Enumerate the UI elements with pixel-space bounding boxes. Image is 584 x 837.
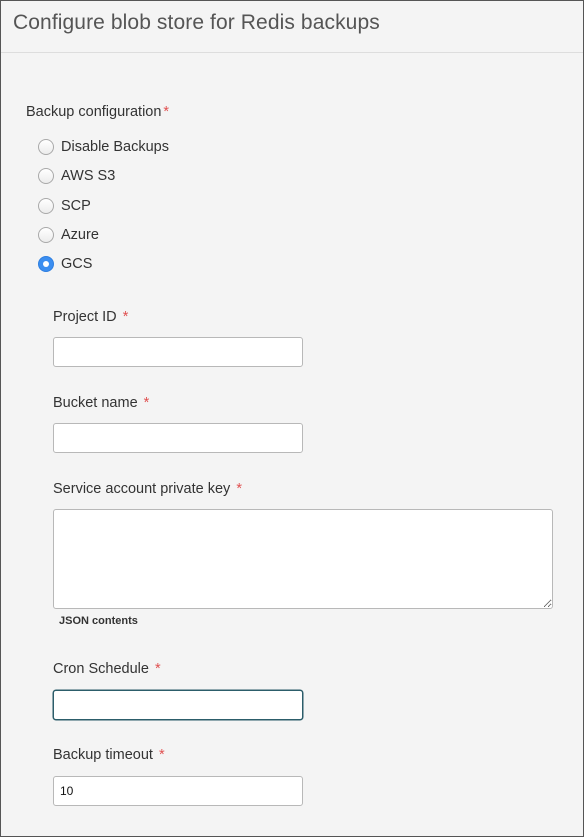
- project-id-input[interactable]: [53, 337, 303, 367]
- required-marker: *: [154, 661, 161, 677]
- required-marker: *: [236, 481, 242, 497]
- radio-button-scp[interactable]: [38, 198, 54, 214]
- form-content: Backup configuration * Disable Backups AW…: [1, 53, 583, 836]
- backup-timeout-input[interactable]: [53, 776, 303, 806]
- json-contents-help-text: JSON contents: [59, 615, 138, 627]
- required-marker: *: [122, 309, 129, 325]
- cron-schedule-label: Cron Schedule *: [53, 661, 161, 677]
- radio-option-azure[interactable]: Azure: [38, 225, 99, 245]
- radio-option-aws-s3[interactable]: AWS S3: [38, 166, 115, 186]
- radio-option-gcs[interactable]: GCS: [38, 254, 92, 274]
- radio-button-aws-s3[interactable]: [38, 168, 54, 184]
- radio-label-azure: Azure: [61, 227, 99, 243]
- backup-timeout-label-text: Backup timeout: [53, 747, 153, 763]
- cron-schedule-input[interactable]: [53, 690, 303, 720]
- bucket-name-label-text: Bucket name: [53, 395, 138, 411]
- service-account-private-key-label: Service account private key *: [53, 481, 242, 497]
- radio-label-scp: SCP: [61, 198, 91, 214]
- required-marker: *: [163, 104, 170, 120]
- required-marker: *: [143, 395, 150, 411]
- service-account-private-key-label-text: Service account private key: [53, 481, 231, 497]
- radio-option-disable-backups[interactable]: Disable Backups: [38, 137, 169, 157]
- radio-button-disable-backups[interactable]: [38, 139, 54, 155]
- radio-option-scp[interactable]: SCP: [38, 196, 91, 216]
- project-id-label-text: Project ID: [53, 309, 117, 325]
- radio-button-gcs[interactable]: [38, 256, 54, 272]
- backup-timeout-label: Backup timeout *: [53, 747, 165, 763]
- configure-blob-store-panel: Configure blob store for Redis backups B…: [0, 0, 584, 837]
- radio-label-gcs: GCS: [61, 256, 93, 272]
- radio-label-disable-backups: Disable Backups: [61, 139, 169, 155]
- radio-label-aws-s3: AWS S3: [61, 168, 116, 184]
- backup-configuration-label: Backup configuration *: [26, 104, 169, 120]
- service-account-private-key-textarea[interactable]: [53, 509, 553, 609]
- cron-schedule-label-text: Cron Schedule: [53, 661, 149, 677]
- backup-configuration-label-text: Backup configuration: [26, 104, 162, 120]
- project-id-label: Project ID *: [53, 309, 128, 325]
- panel-header: Configure blob store for Redis backups: [1, 1, 583, 53]
- bucket-name-input[interactable]: [53, 423, 303, 453]
- page-title: Configure blob store for Redis backups: [13, 11, 380, 34]
- radio-button-azure[interactable]: [38, 227, 54, 243]
- bucket-name-label: Bucket name *: [53, 395, 149, 411]
- required-marker: *: [158, 747, 165, 763]
